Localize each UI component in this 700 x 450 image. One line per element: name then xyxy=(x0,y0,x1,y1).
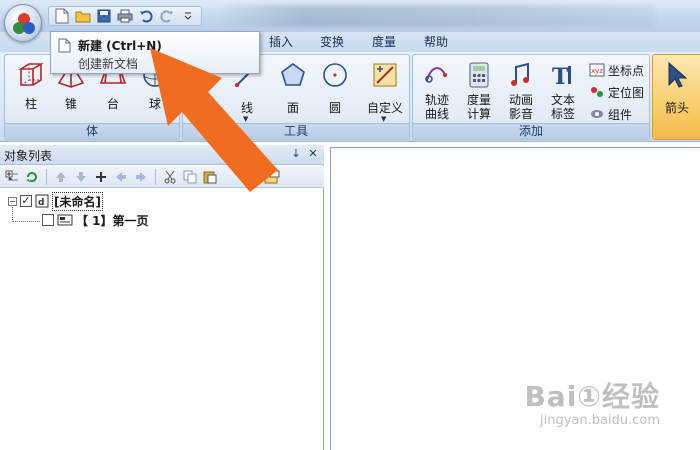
blurred-window-title xyxy=(215,5,655,27)
tooltip-description: 创建新文档 xyxy=(78,57,139,71)
frustum-label: 台 xyxy=(106,97,119,111)
save-icon[interactable] xyxy=(95,7,113,25)
cursor-arrow-icon xyxy=(668,61,688,88)
tab-measure[interactable]: 度量 xyxy=(372,34,396,52)
page-visibility-checkbox[interactable] xyxy=(42,214,54,226)
circle-label: 圆 xyxy=(328,101,341,115)
tree-root-row[interactable]: − ✓ d [未命名] xyxy=(8,191,103,211)
text-label-label: 文本 标签 xyxy=(550,93,575,121)
watermark-brand: Bai①经验 xyxy=(524,380,660,413)
print-icon[interactable] xyxy=(116,7,134,25)
quick-access-toolbar xyxy=(48,6,202,26)
application-menu-button[interactable] xyxy=(4,4,42,42)
new-document-icon[interactable] xyxy=(53,7,71,25)
ribbon-group-select: 箭头 xyxy=(652,54,700,140)
new-document-icon xyxy=(58,38,71,53)
move-up-icon[interactable] xyxy=(52,168,70,186)
custom-label: 自定义 xyxy=(366,101,403,115)
root-visibility-checkbox[interactable]: ✓ xyxy=(20,195,32,207)
coordinate-point-label: 坐标点 xyxy=(608,63,645,78)
text-icon: T xyxy=(552,64,571,89)
expand-all-icon[interactable] xyxy=(3,168,21,186)
tree-page-row[interactable]: 【 1】第一页 xyxy=(42,211,149,229)
coordinate-point-button[interactable]: xyz 坐标点 xyxy=(589,61,644,79)
trajectory-icon xyxy=(425,67,447,83)
text-label-button[interactable]: T 文本 标签 xyxy=(545,59,581,121)
watermark-url: jingyan.baidu.com xyxy=(540,413,660,428)
annotation-arrow-icon xyxy=(150,48,278,192)
cone-label: 锥 xyxy=(64,97,77,111)
custom-tool-icon xyxy=(373,63,397,87)
pin-icon[interactable]: ↓ xyxy=(288,146,304,162)
group-label-add: 添加 xyxy=(413,123,649,139)
app-logo-icon xyxy=(13,13,35,34)
arrow-select-label: 箭头 xyxy=(664,101,689,115)
svg-text:d: d xyxy=(38,198,44,208)
title-bar xyxy=(0,0,700,32)
cylinder-button[interactable]: 柱 xyxy=(13,59,49,117)
calculator-icon xyxy=(469,62,489,88)
circle-icon xyxy=(323,63,347,87)
baidu-jingyan-watermark: Bai①经验 jingyan.baidu.com xyxy=(524,375,660,428)
object-tree: − ✓ d [未命名] 【 1】第一页 xyxy=(0,189,322,449)
collapse-toggle[interactable]: − xyxy=(8,196,17,206)
document-icon: d xyxy=(35,194,49,208)
animation-media-button[interactable]: 动画 影音 xyxy=(503,59,539,121)
tab-transform[interactable]: 变换 xyxy=(320,34,344,52)
arrow-select-button[interactable]: 箭头 xyxy=(659,59,695,117)
undo-icon[interactable] xyxy=(137,7,155,25)
customize-dropdown-icon[interactable] xyxy=(179,7,197,25)
custom-button[interactable]: 自定义 ▼ xyxy=(367,59,403,123)
component-label: 组件 xyxy=(608,107,633,122)
move-down-icon[interactable] xyxy=(72,168,90,186)
page-icon xyxy=(57,214,73,226)
page-node-label: 【 1】第一页 xyxy=(76,213,149,228)
music-note-icon xyxy=(511,62,529,86)
component-button[interactable]: 组件 xyxy=(589,105,632,123)
locator-map-icon xyxy=(591,87,603,97)
locator-map-button[interactable]: 定位图 xyxy=(589,83,644,101)
refresh-icon[interactable] xyxy=(23,168,41,186)
tab-help[interactable]: 帮助 xyxy=(424,34,448,52)
svg-text:T: T xyxy=(552,64,569,89)
svg-text:xyz: xyz xyxy=(591,67,603,75)
trajectory-curve-button[interactable]: 轨迹 曲线 xyxy=(419,59,455,121)
component-icon xyxy=(591,110,603,118)
ribbon-group-add: 轨迹 曲线 度量 计算 动画 影音 T 文本 标签 xyz 坐标点 定位图 组件 添加 xyxy=(412,54,650,140)
circle-button[interactable]: 圆 xyxy=(317,59,353,117)
open-folder-icon[interactable] xyxy=(74,7,92,25)
prism-icon xyxy=(18,63,44,86)
measure-calc-button[interactable]: 度量 计算 xyxy=(461,59,497,121)
add-icon[interactable] xyxy=(92,168,110,186)
redo-icon[interactable] xyxy=(158,7,176,25)
custom-dropdown-icon: ▼ xyxy=(381,115,387,123)
drawing-canvas[interactable]: Bai①经验 jingyan.baidu.com xyxy=(330,147,700,450)
move-left-icon[interactable] xyxy=(112,168,130,186)
root-node-label: [未命名] xyxy=(52,191,103,211)
coordinate-point-icon: xyz xyxy=(589,63,605,77)
panel-title: 对象列表 xyxy=(4,149,53,163)
locator-map-label: 定位图 xyxy=(608,85,645,100)
close-icon[interactable]: ✕ xyxy=(305,146,321,162)
